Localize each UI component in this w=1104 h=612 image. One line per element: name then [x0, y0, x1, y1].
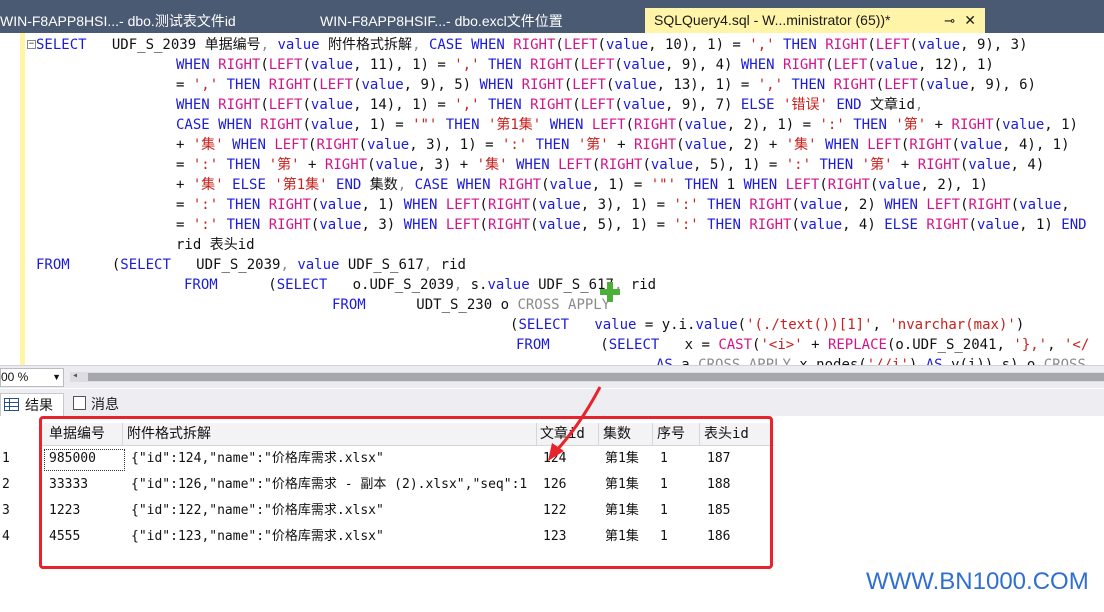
annotation-arrow-icon: [548, 386, 602, 461]
chevron-down-icon: ▼: [52, 372, 61, 382]
code-line: FROM (SELECT x = CAST('<i>' + REPLACE(o.…: [516, 337, 1090, 353]
document-tab-bar: WIN-F8APP8HSI...- dbo.测试表文件id WIN-F8APP8…: [0, 0, 1104, 33]
tab-messages[interactable]: 消息: [70, 393, 140, 415]
code-line: FROM UDT_S_230 o CROSS APPLY: [332, 297, 611, 313]
tab-sqlquery4-label: SQLQuery4.sql - W...ministrator (65))*: [654, 12, 891, 28]
code-line: rid 表头id: [176, 237, 255, 253]
move-cursor-icon: [600, 282, 620, 302]
code-line: AS a CROSS APPLY x.nodes('//i') AS y(i))…: [656, 357, 1086, 365]
row-number[interactable]: 1: [2, 449, 10, 469]
tab-results-label: 结果: [25, 397, 53, 413]
sql-editor[interactable]: − SELECT UDF_S_2039 单据编号, value 附件格式拆解, …: [0, 33, 1104, 365]
code-line: = ':' THEN RIGHT(value, 1) WHEN LEFT(RIG…: [176, 197, 1070, 213]
code-line: FROM (SELECT o.UDF_S_2039, s.value UDF_S…: [184, 277, 657, 293]
code-line: = ':' THEN '第' + RIGHT(value, 3) + '集' W…: [176, 157, 1045, 173]
code-line: = ',' THEN RIGHT(LEFT(value, 9), 5) WHEN…: [176, 77, 1036, 93]
row-number[interactable]: 4: [2, 527, 10, 547]
code-line: WHEN RIGHT(LEFT(value, 14), 1) = ',' THE…: [176, 97, 924, 113]
code-line: FROM (SELECT UDF_S_2039, value UDF_S_617…: [36, 257, 466, 273]
close-icon[interactable]: ✕: [964, 8, 976, 33]
change-margin: [20, 33, 25, 365]
row-number[interactable]: 2: [2, 475, 10, 495]
tab-test-table[interactable]: WIN-F8APP8HSI...- dbo.测试表文件id: [0, 10, 300, 33]
code-line: + '集' WHEN LEFT(RIGHT(value, 3), 1) = ':…: [176, 137, 1070, 153]
tab-messages-label: 消息: [91, 396, 119, 412]
zoom-select[interactable]: 00 % ▼: [0, 368, 64, 387]
tab-excel-location[interactable]: WIN-F8APP8HSIF...- dbo.excl文件位置: [320, 10, 635, 33]
scrollbar-thumb[interactable]: [88, 373, 1104, 381]
grid-icon: [4, 398, 19, 411]
tab-results[interactable]: 结果: [0, 393, 64, 416]
tab-sqlquery4[interactable]: SQLQuery4.sql - W...ministrator (65))* ⊸…: [645, 8, 985, 33]
code-line: (SELECT value = y.i.value('(./text())[1]…: [510, 317, 1025, 333]
watermark: WWW.BN1000.COM: [866, 568, 1089, 595]
code-line: = ':' THEN RIGHT(value, 3) WHEN LEFT(RIG…: [176, 217, 1087, 233]
pin-icon[interactable]: ⊸: [944, 8, 955, 33]
code-line: CASE WHEN RIGHT(value, 1) = '"' THEN '第1…: [176, 117, 1078, 133]
code-line: SELECT UDF_S_2039 单据编号, value 附件格式拆解, CA…: [36, 37, 1028, 53]
row-number[interactable]: 3: [2, 501, 10, 521]
code-line: WHEN RIGHT(LEFT(value, 11), 1) = ',' THE…: [176, 57, 994, 73]
highlight-box: [39, 416, 773, 569]
zoom-level: 00 %: [1, 370, 29, 384]
collapse-icon[interactable]: −: [27, 40, 36, 49]
message-icon: [73, 396, 86, 410]
scroll-left-icon[interactable]: ◂: [72, 370, 78, 381]
code-line: + '集' ELSE '第1集' END 集数, CASE WHEN RIGHT…: [176, 177, 988, 193]
